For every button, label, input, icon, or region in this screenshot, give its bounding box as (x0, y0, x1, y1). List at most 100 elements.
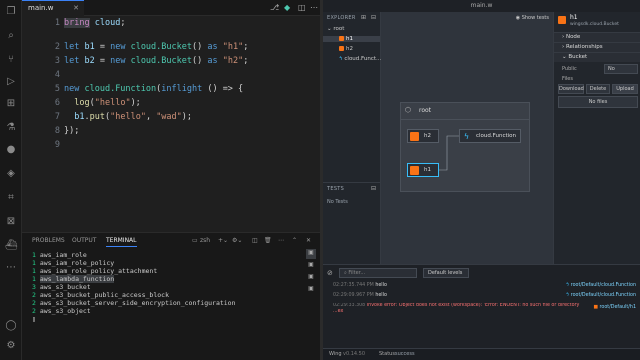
more-actions-icon[interactable]: ⋯ (310, 3, 318, 12)
terminal-line: 3 aws_s3_bucket (32, 283, 91, 291)
files-label: Files (562, 76, 573, 82)
github-icon[interactable]: ● (5, 144, 17, 156)
graph-edges (439, 135, 459, 171)
branch-icon[interactable]: ⎇ (270, 3, 279, 12)
log-level-select[interactable]: Default levels (423, 268, 469, 278)
docker-icon[interactable]: ⛴ (5, 240, 18, 252)
testing-icon[interactable]: ⚗ (5, 122, 17, 134)
terminal-line: 1 aws_lambda_function (32, 275, 115, 283)
tree-item-h1[interactable]: h1 (323, 36, 380, 42)
section-relationships[interactable]: › Relationships (554, 42, 640, 52)
terminal-line: 2 aws_s3_bucket_server_side_encryption_c… (32, 299, 236, 307)
terminal-instance-icon[interactable]: ▣ (306, 285, 316, 295)
log-source-link[interactable]: ■ root/Default/h1 (593, 305, 636, 310)
line-number: 4 (54, 70, 60, 80)
extensions-icon[interactable]: ⊞ (5, 98, 17, 110)
delete-button[interactable]: Delete (586, 84, 610, 94)
explorer-icon[interactable]: ❐ (5, 6, 17, 18)
account-icon[interactable]: ◯ (5, 320, 17, 332)
code-line: bring cloud; (64, 18, 126, 28)
terminal-instance-icon[interactable]: ▣ (306, 273, 316, 283)
terminal-line: 2 aws_s3_object (32, 307, 91, 315)
tests-pane: TESTS ⊟ No Tests (323, 182, 381, 264)
expand-all-icon[interactable]: ⊞ (361, 14, 366, 21)
log-source-link[interactable]: ϟ root/Default/cloud.Function (566, 283, 636, 288)
section-node[interactable]: › Node (554, 32, 640, 42)
app-version: v0.14.50 (343, 351, 366, 357)
add-terminal-icon[interactable]: +⌄ (218, 237, 228, 244)
close-panel-icon[interactable]: ✕ (306, 237, 311, 244)
collapse-icon[interactable]: ⊟ (371, 185, 376, 192)
more-icon[interactable]: ⋯ (278, 237, 284, 244)
explorer-pane: EXPLORER ⊞ ⊟ ⌄ root h1 h2 ϟ cloud.Funct.… (323, 12, 381, 182)
maximize-panel-icon[interactable]: ⌃ (292, 237, 297, 244)
activity-bar: ❐ ⌕ ⑂ ▷ ⊞ ⚗ ● ◈ ⌗ ⊠ ⛴ ⋯ ◯ ⚙ (0, 0, 22, 360)
split-terminal-icon[interactable]: ◫ (252, 237, 258, 244)
terminal-instance-icon[interactable]: ▣ (306, 261, 316, 271)
editor-tab-bar: main.w ✕ ⎇ ◆ ◫ ⋯ (22, 0, 320, 16)
tab-output[interactable]: OUTPUT (72, 237, 96, 244)
shell-name[interactable]: zsh (200, 237, 210, 244)
code-line: let b1 = new cloud.Bucket() as "h1"; (64, 42, 249, 52)
inspector-type: wingsdk.cloud.Bucket (570, 22, 619, 27)
upload-button[interactable]: Upload (612, 84, 638, 94)
log-entry-error-cont: ...ex (333, 309, 344, 314)
accounts-like-icon[interactable]: ⊠ (5, 216, 17, 228)
terminal-instance-icon[interactable]: ▣ (306, 249, 316, 259)
line-number: 7 (54, 112, 60, 122)
terminal-line: 1 aws_iam_role (32, 251, 87, 259)
close-icon[interactable]: ✕ (73, 1, 79, 15)
line-number: 6 (54, 98, 60, 108)
terminal-line: 1 aws_iam_role_policy (32, 259, 115, 267)
source-control-icon[interactable]: ⑂ (5, 54, 17, 66)
kill-terminal-icon[interactable]: 🗑 (264, 237, 272, 244)
tab-problems[interactable]: PROBLEMS (32, 237, 65, 244)
code-line: }); (64, 126, 80, 136)
tree-item-root[interactable]: ⌄ root (327, 26, 344, 32)
wing-icon[interactable]: ◈ (5, 168, 17, 180)
code-line: let b2 = new cloud.Bucket() as "h2"; (64, 56, 249, 66)
tab-terminal[interactable]: TERMINAL (106, 237, 137, 247)
code-line: new cloud.Function(inflight () => { (64, 84, 244, 94)
log-filter-input[interactable]: ⌕ Filter... (339, 268, 417, 278)
bucket-icon (558, 16, 566, 24)
logs-pane: ⊘ ⌕ Filter... Default levels 02:27:35.74… (323, 264, 640, 348)
tab-main-w[interactable]: main.w ✕ (22, 0, 84, 16)
bucket-icon (339, 46, 344, 51)
log-entry: 02:29:09.967 PM hello (333, 293, 387, 298)
split-editor-icon[interactable]: ◫ (298, 3, 306, 12)
status-value: success (395, 351, 415, 357)
search-icon[interactable]: ⌕ (5, 30, 17, 42)
line-number: 9 (54, 140, 60, 150)
no-tests-text: No Tests (327, 199, 348, 205)
clear-logs-icon[interactable]: ⊘ (327, 269, 333, 277)
app-name: Wing (329, 351, 342, 357)
function-icon: ϟ (339, 56, 343, 62)
graph-root-node[interactable]: ⬡ root h2 h1 ϟ cloud.Function (400, 102, 530, 192)
log-entry: 02:27:35.744 PM hello (333, 283, 387, 288)
collapse-all-icon[interactable]: ⊟ (371, 14, 376, 21)
line-number: 2 (54, 42, 60, 52)
section-bucket[interactable]: ⌄ Bucket (554, 52, 640, 62)
code-editor[interactable]: 1 2 3 4 5 6 7 8 9 bring cloud; let b1 = … (22, 16, 320, 232)
line-number: 5 (54, 84, 60, 94)
tree-item-h2[interactable]: h2 (339, 46, 353, 52)
more-icon[interactable]: ⋯ (5, 262, 17, 274)
code-line: log("hello"); (74, 98, 141, 108)
line-number: 3 (54, 56, 60, 66)
terminal-cursor[interactable]: ▯ (32, 315, 36, 323)
log-source-link[interactable]: ϟ root/Default/cloud.Function (566, 293, 636, 298)
line-number: 1 (54, 18, 60, 28)
tree-item-function[interactable]: ϟ cloud.Funct... (339, 56, 381, 62)
settings-gear-icon[interactable]: ⚙ (5, 340, 17, 352)
settings-gear-icon[interactable]: ⚙⌄ (232, 237, 242, 244)
terminal-line: 1 aws_iam_role_policy_attachment (32, 267, 158, 275)
remote-icon[interactable]: ⌗ (5, 192, 17, 204)
code-line: b1.put("hello", "wad"); (74, 112, 193, 122)
download-button[interactable]: Download (558, 84, 584, 94)
show-tests-toggle[interactable]: ◉ Show tests (516, 15, 549, 21)
wing-console-icon[interactable]: ◆ (284, 3, 290, 12)
public-value: No (604, 64, 638, 74)
run-debug-icon[interactable]: ▷ (5, 76, 17, 88)
tab-label: main.w (28, 4, 54, 12)
